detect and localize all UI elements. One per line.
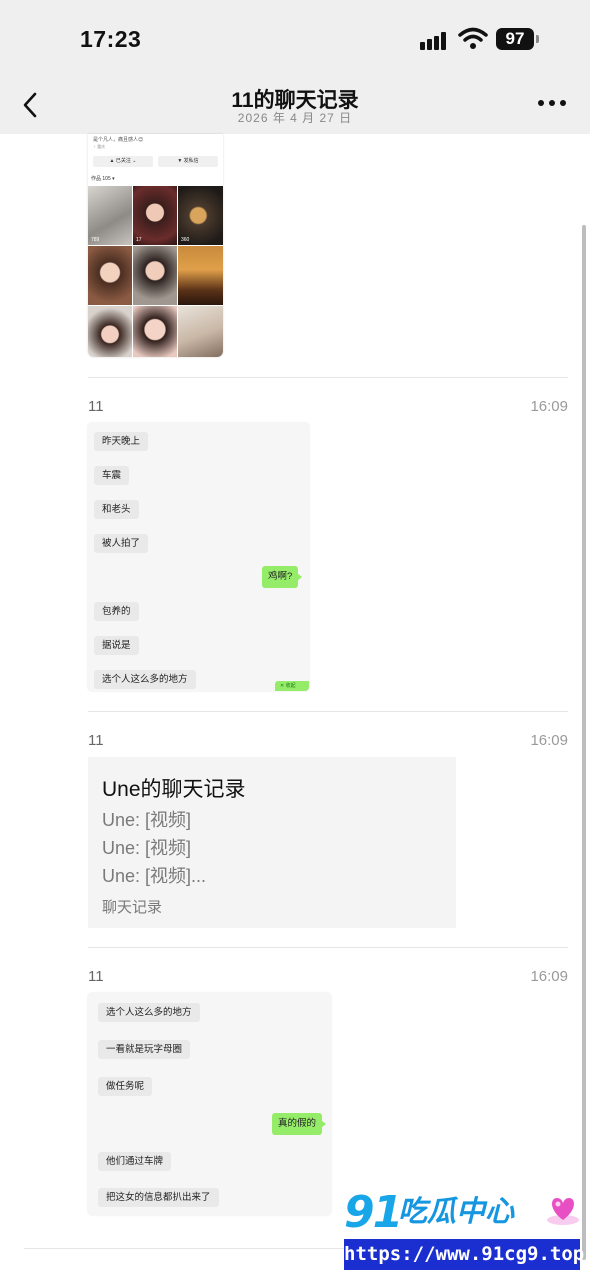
message-divider [24, 1248, 344, 1249]
works-label: 作品 105 ▾ [91, 176, 115, 182]
chat-bubble-left: 车震 [94, 466, 130, 485]
photo-thumbnail [88, 246, 132, 305]
status-time: 17:23 [80, 26, 142, 52]
chat-record-title: Une的聊天记录 [102, 778, 246, 801]
message-divider [88, 947, 568, 948]
follow-button: ▲ 已关注 ⌄ [93, 156, 153, 167]
sender-name: 11 [88, 968, 104, 985]
more-options-icon[interactable] [538, 100, 566, 108]
chat-bubble-left: 包养的 [94, 602, 139, 621]
chat-record-card[interactable]: Une的聊天记录 Une: [视频] Une: [视频] Une: [视频]..… [88, 757, 456, 928]
cellular-signal-icon [420, 32, 448, 50]
photo-thumbnail [133, 246, 177, 305]
message-divider [88, 377, 568, 378]
watermark-number: 91 [344, 1187, 403, 1238]
heart-icon [547, 1198, 579, 1225]
battery-icon: 97 [496, 28, 534, 50]
photo-grid: 789 17 360 [88, 186, 223, 357]
like-count: 17 [136, 237, 142, 243]
photo-thumbnail [88, 306, 132, 357]
chat-bubble-left: 一看就是玩字母圈 [98, 1040, 191, 1059]
watermark-logo: 91 吃瓜中心 [344, 1188, 584, 1238]
chat-bubble-left: 把这女的信息都扒出来了 [98, 1188, 219, 1207]
wifi-icon [458, 27, 488, 49]
profile-tags: ♀ 重庆 [93, 144, 106, 149]
profile-bio: 是个凡人，痛且感人😊 [93, 137, 144, 143]
status-bar: 17:23 97 [0, 0, 590, 80]
like-count: 360 [181, 237, 190, 243]
message-divider [88, 711, 568, 712]
nav-bar: 11的聊天记录 2026 年 4 月 27 日 [0, 80, 590, 134]
chat-record-footer: 聊天记录 [102, 899, 163, 916]
chat-record-line: Une: [视频] [102, 838, 192, 858]
sender-name: 11 [88, 732, 104, 749]
profile-screenshot-image[interactable]: 是个凡人，痛且感人😊 ♀ 重庆 ▲ 已关注 ⌄ ▼ 发私信 作品 105 ▾ 7… [88, 134, 223, 357]
chat-bubble-left: 他们通过车牌 [98, 1152, 172, 1171]
message-button: ▼ 发私信 [158, 156, 218, 167]
message-time: 16:09 [530, 968, 568, 985]
chat-screenshot-image[interactable]: 选个人这么多的地方 一看就是玩字母圈 做任务呢 真的假的 他们通过车牌 把这女的… [88, 993, 331, 1215]
chat-bubble-left: 做任务呢 [98, 1077, 153, 1096]
chat-bubble-left: 据说是 [94, 636, 139, 655]
watermark-name: 吃瓜中心 [398, 1196, 515, 1228]
chat-bubble-right: 鸡啊? [262, 566, 303, 588]
photo-thumbnail: 789 [88, 186, 132, 245]
like-count: 789 [91, 237, 100, 243]
scrollbar[interactable] [582, 225, 586, 1260]
message-time: 16:09 [530, 732, 568, 749]
chat-bubble-left: 选个人这么多的地方 [94, 670, 196, 689]
photo-thumbnail [133, 306, 177, 357]
collapse-tag: ✕ 收起 [275, 681, 309, 691]
battery-cap [536, 35, 539, 43]
chat-screenshot-image[interactable]: 昨天晚上 车震 和老头 被人拍了 鸡啊? 包养的 据说是 选个人这么多的地方 ✕… [88, 423, 309, 691]
photo-thumbnail [178, 246, 223, 305]
photo-thumbnail [178, 306, 223, 357]
chat-bubble-left: 选个人这么多的地方 [98, 1003, 200, 1022]
chat-record-line: Une: [视频]... [102, 866, 207, 886]
watermark-url: https://www.91cg9.top [344, 1239, 584, 1270]
message-time: 16:09 [530, 398, 568, 415]
photo-thumbnail: 360 [178, 186, 223, 245]
photo-thumbnail: 17 [133, 186, 177, 245]
chat-record-line: Une: [视频] [102, 810, 192, 830]
chat-bubble-left: 昨天晚上 [94, 432, 149, 451]
sender-name: 11 [88, 398, 104, 415]
page-date: 2026 年 4 月 27 日 [237, 111, 353, 125]
chat-bubble-left: 和老头 [94, 500, 139, 519]
chat-bubble-right: 真的假的 [272, 1113, 327, 1135]
chat-bubble-left: 被人拍了 [94, 534, 149, 553]
